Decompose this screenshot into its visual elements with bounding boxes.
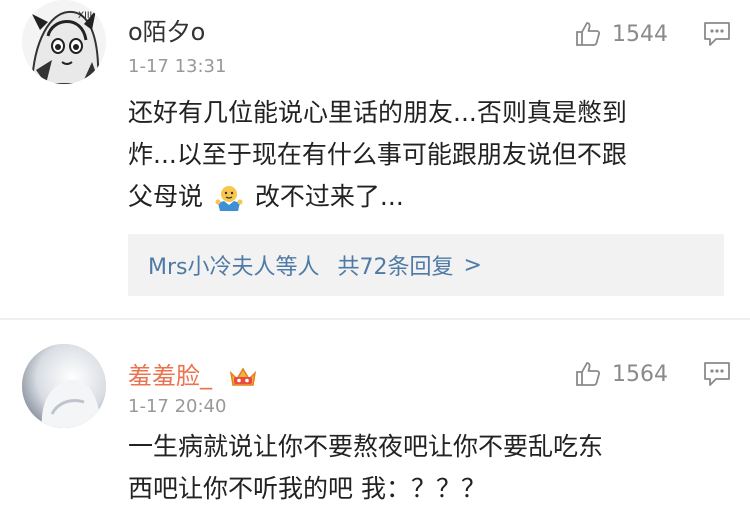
comment-icon <box>704 22 730 46</box>
like-button[interactable]: 1544 <box>574 20 668 48</box>
comment-icon <box>704 362 730 386</box>
like-count: 1564 <box>612 361 668 387</box>
comment-line-part: 父母说 <box>128 182 204 211</box>
replies-users: Mrs小冷夫人等人 <box>148 255 320 280</box>
avatar[interactable] <box>22 344 106 428</box>
comment-line: 西吧让你不听我的吧 我：？？？ <box>128 474 486 503</box>
username[interactable]: o陌夕o <box>128 12 205 47</box>
comment-line: 还好有几位能说心里话的朋友...否则真是憋到 <box>128 98 627 127</box>
thumbs-up-icon <box>576 22 601 46</box>
comment-text: 一生病就说让你不要熬夜吧让你不要乱吃东 西吧让你不听我的吧 我：？？？ <box>128 426 728 510</box>
thumbs-up-icon <box>576 362 601 386</box>
reply-button[interactable] <box>702 20 732 52</box>
comment-line: 父母说 改不过来了... <box>128 176 728 218</box>
comment-line-part: 改不过来了... <box>254 182 404 211</box>
chevron-right-icon: > <box>463 252 482 278</box>
like-button[interactable]: 1564 <box>574 360 668 388</box>
timestamp: 1-17 20:40 <box>128 396 227 417</box>
reply-button[interactable] <box>702 360 732 392</box>
avatar[interactable]: XIII <box>22 0 106 84</box>
username[interactable]: 羞羞脸_ <box>128 356 258 391</box>
comment-text: 还好有几位能说心里话的朋友...否则真是憋到 炸...以至于现在有什么事可能跟朋… <box>128 92 728 218</box>
avatar-image <box>22 344 106 428</box>
comment-item: 羞羞脸_ 1-17 20:40 一生病就说让你不要熬夜吧让你不要乱吃东 西吧让你… <box>0 320 750 528</box>
svg-text:XIII: XIII <box>78 11 92 21</box>
timestamp: 1-17 13:31 <box>128 56 227 77</box>
comment-line: 炸...以至于现在有什么事可能跟朋友说但不跟 <box>128 140 627 169</box>
avatar-image: XIII <box>22 0 106 84</box>
username-text: 羞羞脸_ <box>128 362 212 390</box>
comment-item: XIII o陌夕o 1-17 13:31 1544 还好有几位能说心里话的朋友.… <box>0 0 750 318</box>
comment-line: 一生病就说让你不要熬夜吧让你不要乱吃东 <box>128 432 604 461</box>
like-count: 1544 <box>612 21 668 47</box>
replies-count: 共72条回复 <box>337 255 454 280</box>
shrug-emoji-icon <box>215 186 243 211</box>
crown-badge-icon <box>229 367 256 386</box>
replies-link[interactable]: Mrs小冷夫人等人 共72条回复 > <box>128 234 724 296</box>
